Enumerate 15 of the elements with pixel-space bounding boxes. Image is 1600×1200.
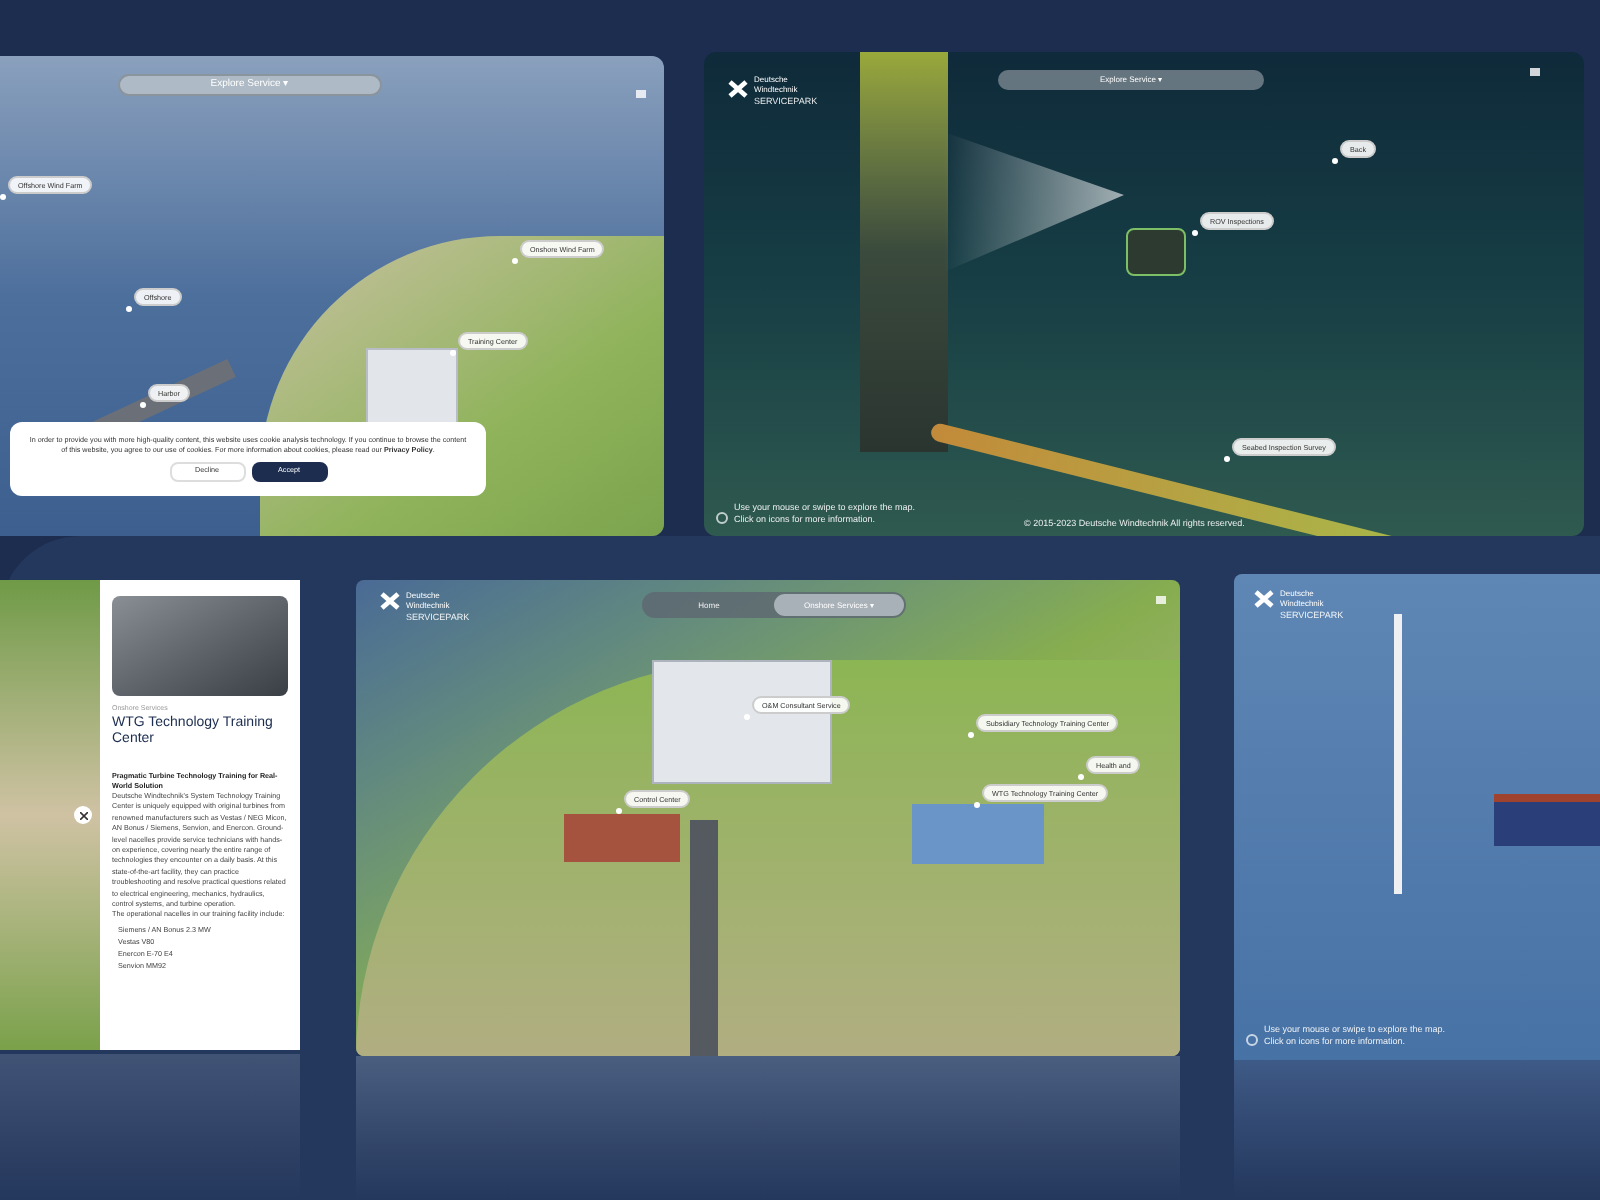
swipe-icon bbox=[716, 512, 728, 524]
brick-building-drawing bbox=[564, 814, 680, 862]
warehouse-drawing bbox=[912, 804, 1044, 864]
swipe-icon bbox=[1246, 1034, 1258, 1046]
map-pin-icon[interactable] bbox=[1224, 456, 1230, 462]
map-pin-icon[interactable] bbox=[1192, 230, 1198, 236]
jackup-vessel-drawing bbox=[1494, 794, 1600, 846]
cross-logo-icon bbox=[1254, 590, 1274, 608]
map-pin-icon[interactable] bbox=[126, 306, 132, 312]
map-pin-icon[interactable] bbox=[1332, 158, 1338, 164]
cross-logo-icon bbox=[728, 80, 748, 98]
close-icon bbox=[79, 811, 87, 819]
building-drawing bbox=[366, 348, 458, 428]
rov-drawing bbox=[1126, 228, 1186, 276]
cross-logo-icon bbox=[380, 592, 400, 610]
